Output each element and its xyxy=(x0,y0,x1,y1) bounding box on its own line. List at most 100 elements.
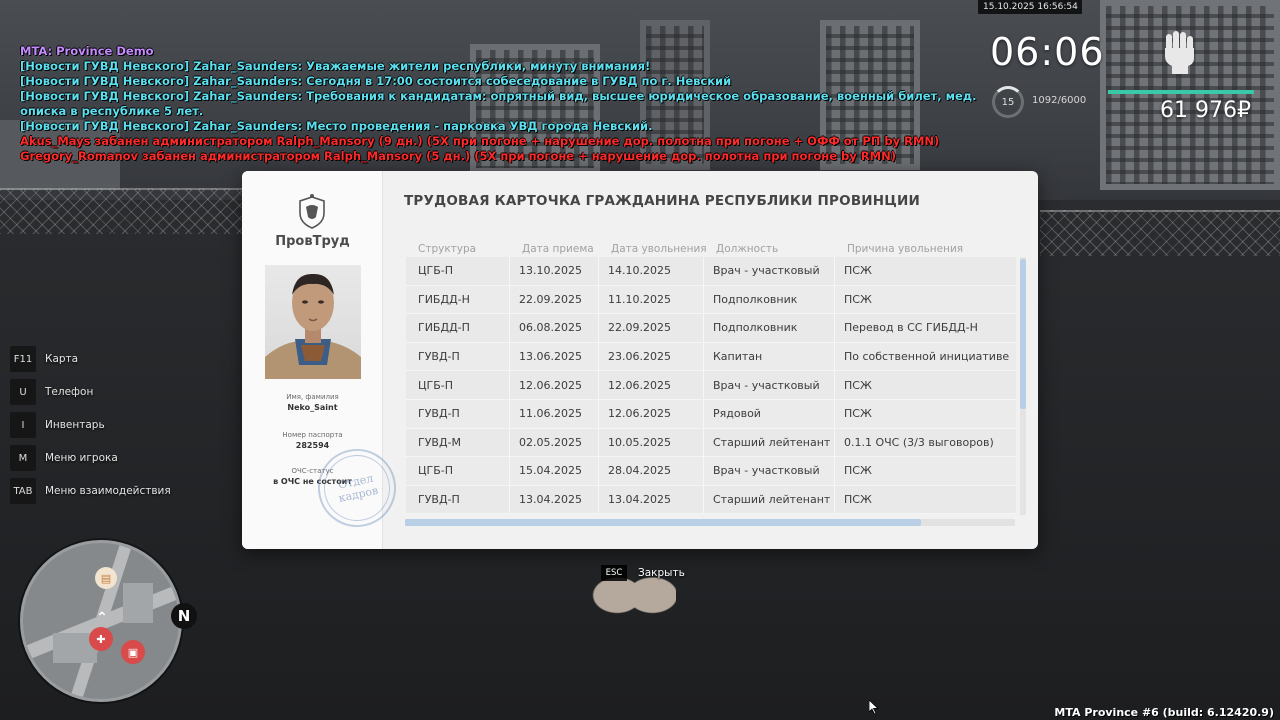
table-cell: Подполковник xyxy=(704,285,835,314)
key-hint[interactable]: F11 Карта xyxy=(10,346,171,372)
table-cell: По собственной инициативе xyxy=(844,350,1010,364)
table-cell: 23.06.2025 xyxy=(599,342,704,371)
table-cell: 13.04.2025 xyxy=(510,485,599,514)
table-cell: ГУВД-П xyxy=(406,399,510,428)
table-cell: 12.06.2025 xyxy=(599,399,704,428)
table-cell: 22.09.2025 xyxy=(510,285,599,314)
player-arrow-icon: ⌃ xyxy=(96,610,108,626)
chat-line: описка в республике 5 лет. xyxy=(20,104,204,118)
hotkey-badge[interactable]: F11 xyxy=(10,346,36,372)
table-cell: Рядовой xyxy=(704,399,835,428)
esc-key[interactable]: ESC xyxy=(601,565,627,581)
vertical-scrollbar[interactable] xyxy=(1020,257,1026,515)
hospital-icon: ✚ xyxy=(89,627,113,651)
fence xyxy=(1040,210,1280,256)
north-indicator: N xyxy=(171,603,197,629)
horizontal-scrollbar[interactable] xyxy=(405,519,1015,526)
minimap: ▤ ✚ ▣ ⌃ xyxy=(20,540,182,702)
hotkey-badge[interactable]: I xyxy=(10,412,36,438)
table-cell: Перевод в СС ГИБДД-Н xyxy=(844,321,978,335)
bag-icon: ▣ xyxy=(121,640,145,664)
chat-line: Gregory_Romanov забанен администратором … xyxy=(20,149,896,163)
table-cell: 13.06.2025 xyxy=(510,342,599,371)
employment-table[interactable]: ЦГБ-П 13.10.2025 14.10.2025 Врач - участков… xyxy=(406,257,1016,515)
table-cell: ЦГБ-П xyxy=(406,371,510,399)
fence xyxy=(0,188,250,234)
table-cell: ГИБДД-П xyxy=(406,314,510,342)
table-row: ГУВД-П 13.06.2025 23.06.2025 Капитан По собс… xyxy=(406,342,1016,372)
hr-stamp: Отдел кадров xyxy=(310,441,404,535)
level-ring: 15 xyxy=(992,86,1024,118)
passport-label: Номер паспорта xyxy=(282,431,343,439)
table-cell: 15.04.2025 xyxy=(510,457,599,485)
table-row: ГИБДД-П 06.08.2025 22.09.2025 Подполковник П… xyxy=(406,314,1016,343)
table-row: ГУВД-П 11.06.2025 12.06.2025 Рядовой ПСЖ xyxy=(406,399,1016,429)
table-row: ЦГБ-П 15.04.2025 28.04.2025 Врач - участков… xyxy=(406,457,1016,486)
table-cell: ЦГБ-П xyxy=(406,457,510,485)
player-character xyxy=(592,552,676,624)
key-hint[interactable]: TAB Меню взаимодействия xyxy=(10,478,171,504)
shop-icon: ▤ xyxy=(95,567,117,589)
table-header: Структура Дата приема Дата увольнения До… xyxy=(418,243,1007,257)
table-cell: Врач - участковый xyxy=(704,371,835,399)
table-cell: ПСЖ xyxy=(844,407,872,421)
fist-icon xyxy=(1165,31,1194,74)
building xyxy=(1100,0,1280,190)
table-cell: ПСЖ xyxy=(844,264,872,278)
level-value: 15 xyxy=(1001,96,1015,108)
table-row: ГУВД-М 02.05.2025 10.05.2025 Старший лейтен… xyxy=(406,428,1016,458)
citizen-name: Neko_Saint xyxy=(287,403,338,412)
table-cell: 28.04.2025 xyxy=(599,457,704,485)
server-datetime: 15.10.2025 16:56:54 xyxy=(978,0,1082,14)
card-title: ТРУДОВАЯ КАРТОЧКА ГРАЖДАНИНА РЕСПУБЛИКИ … xyxy=(404,193,921,209)
table-cell: ГУВД-П xyxy=(406,342,510,371)
table-cell: ПСЖ xyxy=(844,493,872,507)
key-hint[interactable]: I Инвентарь xyxy=(10,412,171,438)
table-cell: 11.06.2025 xyxy=(510,399,599,428)
hotkey-label: Меню взаимодействия xyxy=(45,485,171,497)
employment-card-window: ПровТруд Имя, фамилия Neko_Saint Номер п… xyxy=(242,171,1038,549)
experience-counter: 1092/6000 xyxy=(1032,95,1087,106)
table-row: ЦГБ-П 12.06.2025 12.06.2025 Врач - участков… xyxy=(406,371,1016,400)
key-hint[interactable]: U Телефон xyxy=(10,379,171,405)
table-cell: 12.06.2025 xyxy=(599,371,704,399)
chat-line: [Новости ГУВД Невского] Zahar_Saunders: … xyxy=(20,119,653,133)
column-header: Причина увольнения xyxy=(847,243,964,255)
table-cell: ГУВД-М xyxy=(406,428,510,457)
horizontal-scroll-thumb[interactable] xyxy=(405,519,921,526)
table-cell: ГУВД-П xyxy=(406,485,510,514)
hotkey-badge[interactable]: TAB xyxy=(10,478,36,504)
table-cell: ПСЖ xyxy=(844,378,872,392)
chat-line: Akus_Mays забанен администратором Ralph_… xyxy=(20,134,940,148)
table-row: ЦГБ-П 13.10.2025 14.10.2025 Врач - участков… xyxy=(406,257,1016,286)
hotkey-label: Меню игрока xyxy=(45,452,118,464)
name-label: Имя, фамилия xyxy=(286,393,339,401)
vertical-scroll-thumb[interactable] xyxy=(1020,259,1026,409)
table-cell: 14.10.2025 xyxy=(599,257,704,285)
chat-log: MTA: Province Demo [Новости ГУВД Невского… xyxy=(20,44,980,164)
table-cell: Старший лейтенант xyxy=(704,428,835,457)
money-balance: 61 976₽ xyxy=(1160,98,1251,123)
column-header: Должность xyxy=(716,243,779,255)
chat-line: [Новости ГУВД Невского] Zahar_Saunders: … xyxy=(20,59,651,73)
hotkey-badge[interactable]: U xyxy=(10,379,36,405)
hotkey-label: Карта xyxy=(45,353,79,365)
table-cell: 11.10.2025 xyxy=(599,285,704,314)
key-hint[interactable]: M Меню игрока xyxy=(10,445,171,471)
hotkey-badge[interactable]: M xyxy=(10,445,36,471)
build-version: MTA Province #6 (build: 6.12420.9) xyxy=(1054,706,1274,719)
column-header: Дата увольнения xyxy=(611,243,707,255)
organization-name: ПровТруд xyxy=(275,234,350,249)
table-cell: 10.05.2025 xyxy=(599,428,704,457)
close-label[interactable]: Закрыть xyxy=(638,567,685,579)
close-hint[interactable]: ESC Закрыть xyxy=(601,565,685,581)
hotkey-label: Телефон xyxy=(45,386,94,398)
table-cell: 22.09.2025 xyxy=(599,314,704,342)
table-cell: Капитан xyxy=(704,342,835,371)
citizen-photo xyxy=(265,265,361,379)
table-cell: Старший лейтенант xyxy=(704,485,835,514)
table-cell: Врач - участковый xyxy=(704,257,835,285)
table-cell: ГИБДД-Н xyxy=(406,285,510,314)
table-cell: 0.1.1 ОЧС (3/3 выговоров) xyxy=(844,435,994,449)
table-row: ГИБДД-Н 22.09.2025 11.10.2025 Подполковник П… xyxy=(406,285,1016,315)
